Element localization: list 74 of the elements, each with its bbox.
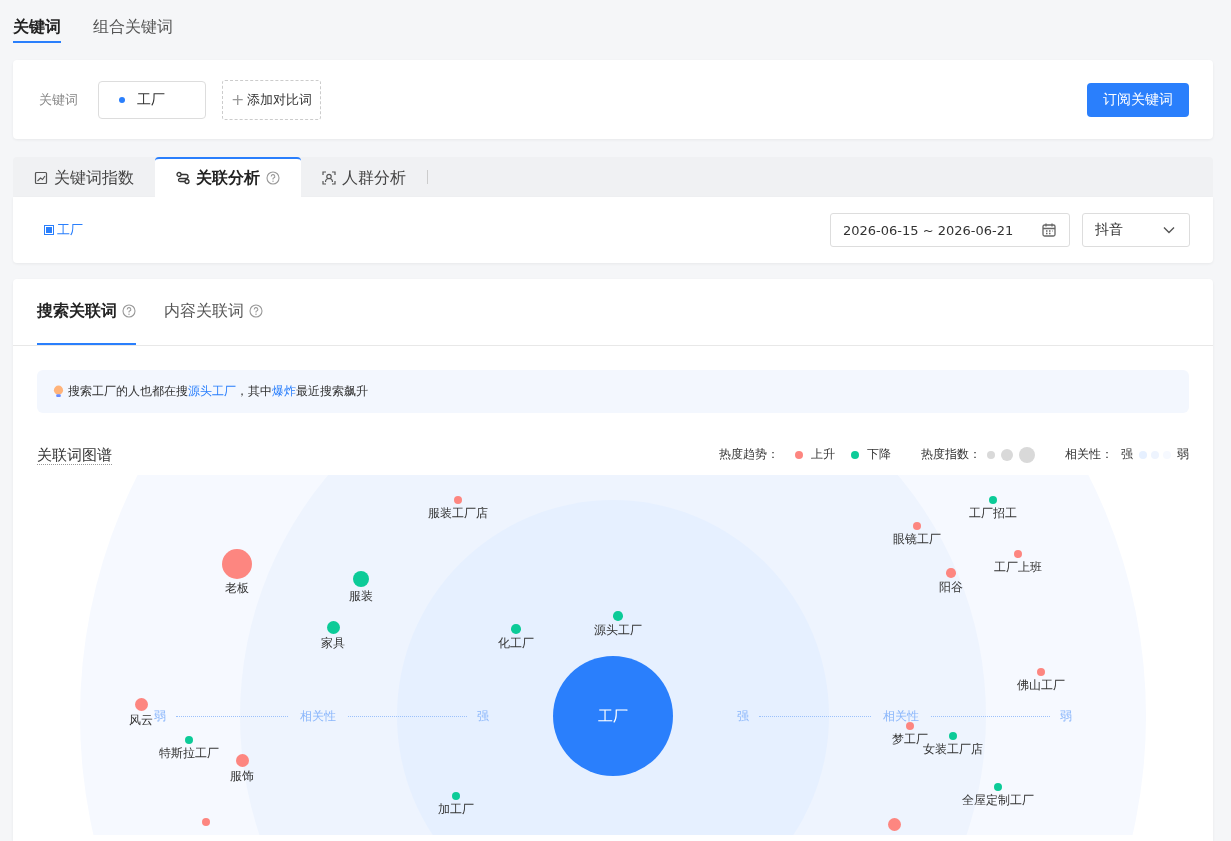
node-dot[interactable]: [613, 611, 623, 621]
node-label[interactable]: 化工厂: [498, 634, 534, 652]
tip-text: 搜索工厂的人也都在搜源头工厂，其中爆炸最近搜索飙升: [68, 383, 368, 400]
legend-text: 强: [1121, 446, 1133, 463]
analysis-tab[interactable]: 关键词指数: [13, 157, 155, 197]
calendar-icon: [1041, 222, 1057, 238]
keyword-mode-tab[interactable]: 组合关键词: [93, 17, 173, 43]
node-dot[interactable]: [454, 496, 462, 504]
person-scan-icon: [322, 171, 336, 185]
node-label[interactable]: 源头工厂: [594, 621, 642, 639]
node-dot[interactable]: [949, 732, 957, 740]
node-dot[interactable]: [511, 624, 521, 634]
analysis-tab[interactable]: 人群分析: [301, 157, 427, 197]
chevron-down-icon: [1163, 226, 1175, 234]
node-dot[interactable]: [913, 522, 921, 530]
node-label[interactable]: 特斯拉工厂: [159, 745, 219, 762]
axis-label: 相关性: [883, 707, 919, 725]
node-label[interactable]: 佛山工厂: [1017, 677, 1065, 694]
node-label[interactable]: 服装: [349, 588, 373, 605]
related-words-tab[interactable]: 内容关联词: [164, 279, 263, 345]
platform-select[interactable]: 抖音: [1082, 213, 1190, 247]
node-label[interactable]: 老板: [225, 580, 249, 597]
line-chart-icon: [34, 171, 48, 185]
date-range-field[interactable]: 2026-06-15 ~ 2026-06-21: [830, 213, 1070, 247]
keyword-label: 关键词: [39, 90, 78, 109]
node-label[interactable]: 服装工厂店: [428, 505, 488, 522]
node-label[interactable]: 全屋定制工厂: [962, 792, 1034, 809]
node-label[interactable]: 工厂上班: [994, 559, 1042, 576]
node-dot[interactable]: [185, 736, 193, 744]
axis-label: 强: [477, 707, 489, 725]
node-label[interactable]: 工厂招工: [969, 505, 1017, 522]
legend-size-dot: [1001, 448, 1013, 461]
legend-relevance-dot: [1139, 450, 1147, 459]
node-dot[interactable]: [989, 496, 997, 504]
node-dot[interactable]: [202, 818, 210, 826]
analysis-tab[interactable]: 关联分析: [155, 157, 301, 197]
node-label[interactable]: 风云: [129, 711, 153, 729]
node-dot[interactable]: [452, 792, 460, 800]
node-label[interactable]: 阳谷: [939, 578, 963, 596]
checkbox[interactable]: [44, 225, 54, 235]
node-dot[interactable]: [906, 722, 914, 730]
add-compare-button[interactable]: + 添加对比词: [222, 79, 322, 120]
link-icon: [176, 171, 190, 185]
axis-label: 相关性: [300, 707, 336, 725]
node-label[interactable]: 家具: [321, 634, 345, 652]
legend-text: 下降: [867, 446, 891, 463]
node-label[interactable]: 服饰: [230, 767, 254, 785]
node-dot[interactable]: [946, 568, 956, 578]
node-label[interactable]: 女装工厂店: [923, 741, 983, 758]
legend-size-dot: [1019, 446, 1035, 463]
node-dot[interactable]: [994, 783, 1002, 791]
node-label[interactable]: 加工厂: [438, 801, 474, 818]
keyword-link[interactable]: 源头工厂: [188, 384, 236, 398]
related-words-tab[interactable]: 搜索关联词: [37, 279, 136, 345]
axis-label: 强: [737, 707, 749, 725]
legend-text: 弱: [1177, 446, 1189, 463]
legend-size-dot: [987, 450, 995, 459]
subscribe-button[interactable]: 订阅关键词: [1087, 82, 1189, 117]
legend-label: 热度指数：: [921, 446, 981, 463]
legend-label: 热度趋势：: [719, 446, 779, 463]
node-dot[interactable]: [1037, 668, 1045, 676]
legend-label: 相关性：: [1065, 446, 1113, 463]
keyword-chip[interactable]: 工厂: [98, 80, 206, 119]
lightbulb-icon: [53, 385, 64, 398]
axis-label: 弱: [154, 707, 166, 725]
legend-text: 上升: [811, 446, 835, 463]
node-dot[interactable]: [1014, 550, 1022, 558]
keyword-link[interactable]: 爆炸: [272, 384, 296, 398]
keyword-tag[interactable]: 工厂: [44, 221, 83, 239]
graph-title: 关联词图谱: [37, 446, 112, 465]
axis-label: 弱: [1060, 707, 1072, 725]
plus-icon: +: [231, 90, 245, 109]
keyword-mode-tab[interactable]: 关键词: [13, 17, 61, 43]
node-label[interactable]: 眼镜工厂: [893, 531, 941, 548]
